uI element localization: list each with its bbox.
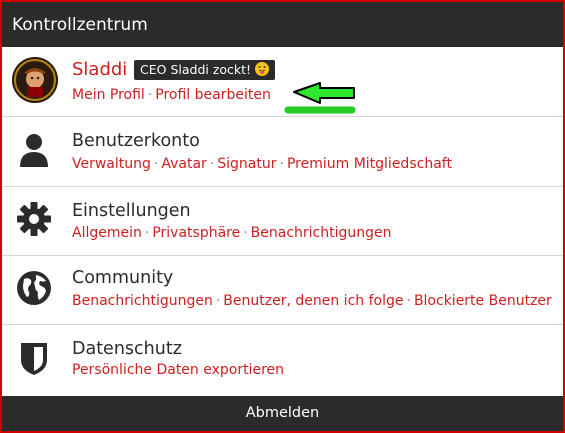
link-separator: · bbox=[153, 156, 159, 172]
panel-title: Kontrollzentrum bbox=[12, 15, 148, 35]
link-management[interactable]: Verwaltung bbox=[72, 156, 151, 172]
annotation-arrow-icon bbox=[284, 82, 356, 114]
link-separator: · bbox=[209, 156, 215, 172]
gear-icon bbox=[17, 202, 51, 236]
section-links-account: Verwaltung · Avatar · Signatur · Premium Mitgl… bbox=[72, 155, 452, 173]
avatar-image bbox=[12, 57, 58, 103]
shield-icon bbox=[21, 343, 47, 375]
tongue-out-emoji-icon bbox=[255, 62, 270, 76]
section-links-community: Benachrichtigungen · Benutzer, denen ich f… bbox=[72, 292, 552, 310]
section-account: Benutzerkonto Verwaltung · Avatar · Signatur… bbox=[2, 117, 563, 187]
profile-links: Mein Profil · Profil bearbeiten bbox=[72, 86, 271, 104]
section-links-settings: Allgemein · Privatsphäre · Benachrichtigunge… bbox=[72, 224, 392, 242]
link-premium-membership[interactable]: Premium Mitgliedschaft bbox=[287, 156, 452, 172]
link-separator: · bbox=[243, 225, 248, 241]
section-title-community: Community bbox=[72, 268, 174, 288]
link-notifications[interactable]: Benachrichtigungen bbox=[72, 293, 213, 309]
section-title-settings: Einstellungen bbox=[72, 201, 191, 221]
section-links-data-protection: Persönliche Daten exportieren bbox=[72, 361, 284, 379]
panel-header: Kontrollzentrum bbox=[2, 2, 563, 47]
link-separator: · bbox=[144, 225, 150, 241]
section-settings: Einstellungen Allgemein · Privatsphäre · Ben… bbox=[2, 187, 563, 256]
link-separator: · bbox=[406, 293, 411, 309]
panel-footer: Abmelden bbox=[2, 396, 563, 431]
link-general[interactable]: Allgemein bbox=[72, 225, 142, 241]
user-title-banner: CEO Sladdi zockt! bbox=[134, 60, 276, 80]
link-edit-profile[interactable]: Profil bearbeiten bbox=[155, 87, 271, 103]
section-community: Community Benachrichtigungen · Benutzer, d… bbox=[2, 256, 563, 325]
link-my-profile[interactable]: Mein Profil bbox=[72, 87, 145, 103]
logout-button[interactable]: Abmelden bbox=[2, 396, 563, 431]
link-privacy[interactable]: Privatsphäre bbox=[152, 225, 240, 241]
link-separator: · bbox=[147, 87, 153, 103]
user-icon bbox=[20, 134, 48, 167]
avatar[interactable] bbox=[12, 57, 58, 103]
globe-icon bbox=[17, 271, 51, 305]
link-avatar[interactable]: Avatar bbox=[161, 156, 206, 172]
link-separator: · bbox=[215, 293, 221, 309]
link-export-personal-data[interactable]: Persönliche Daten exportieren bbox=[72, 362, 284, 378]
profile-username[interactable]: Sladdi bbox=[72, 59, 127, 81]
link-separator: · bbox=[279, 156, 284, 172]
section-data-protection: Datenschutz Persönliche Daten exportiere… bbox=[2, 325, 563, 396]
link-following[interactable]: Benutzer, denen ich folge bbox=[223, 293, 403, 309]
section-title-data-protection: Datenschutz bbox=[72, 339, 182, 359]
section-title-account: Benutzerkonto bbox=[72, 131, 200, 151]
link-notifications-settings[interactable]: Benachrichtigungen bbox=[251, 225, 392, 241]
link-signature[interactable]: Signatur bbox=[217, 156, 276, 172]
user-title-text: CEO Sladdi zockt! bbox=[140, 62, 252, 77]
link-blocked-users[interactable]: Blockierte Benutzer bbox=[414, 293, 552, 309]
